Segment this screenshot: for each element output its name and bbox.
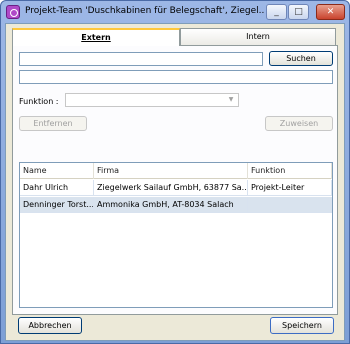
minimize-button[interactable]: _ — [266, 4, 287, 20]
table-row[interactable]: Dahr Ulrich Ziegelwerk Sailauf GmbH, 638… — [20, 180, 332, 196]
funktion-select[interactable]: ▼ — [65, 93, 239, 107]
cell-funktion: Projekt-Leiter — [248, 180, 332, 196]
maximize-button[interactable]: □ — [288, 4, 309, 20]
cell-firma: Ziegelwerk Sailauf GmbH, 63877 Sa... — [94, 180, 248, 196]
close-button[interactable]: ✕ — [316, 4, 345, 20]
cell-firma: Ammonika GmbH, AT-8034 Salach — [94, 197, 248, 213]
search-button[interactable]: Suchen — [269, 51, 333, 66]
cell-name: Denninger Torst... — [20, 197, 94, 213]
dialog-client-area: Extern Intern Suchen Funktion : ▼ Entfer… — [5, 23, 345, 341]
cell-funktion — [248, 197, 332, 213]
table-row[interactable]: Denninger Torst... Ammonika GmbH, AT-803… — [20, 197, 332, 213]
remove-button[interactable]: Entfernen — [19, 116, 87, 131]
tab-panel-extern: Suchen Funktion : ▼ Entfernen Zuweisen N… — [12, 45, 338, 315]
chevron-down-icon: ▼ — [228, 96, 234, 103]
save-button[interactable]: Speichern — [270, 317, 334, 334]
funktion-label: Funktion : — [19, 97, 59, 106]
cell-name: Dahr Ulrich — [20, 180, 94, 196]
search-results-field[interactable] — [19, 70, 333, 84]
assign-button[interactable]: Zuweisen — [265, 116, 333, 131]
column-header-firma[interactable]: Firma — [94, 163, 248, 179]
tab-extern[interactable]: Extern — [12, 28, 180, 46]
search-input[interactable] — [19, 52, 263, 66]
cancel-button[interactable]: Abbrechen — [18, 317, 82, 334]
column-header-funktion[interactable]: Funktion — [248, 163, 332, 179]
table-header: Name Firma Funktion — [20, 163, 332, 179]
team-table: Name Firma Funktion Dahr Ulrich Ziegelwe… — [19, 162, 333, 308]
dialog-window: Projekt-Team 'Duschkabinen für Belegscha… — [0, 0, 350, 344]
column-header-name[interactable]: Name — [20, 163, 94, 179]
tab-intern[interactable]: Intern — [180, 28, 336, 45]
app-icon — [6, 5, 20, 19]
window-title: Projekt-Team 'Duschkabinen für Belegscha… — [25, 6, 265, 16]
title-bar[interactable]: Projekt-Team 'Duschkabinen für Belegscha… — [1, 1, 349, 23]
